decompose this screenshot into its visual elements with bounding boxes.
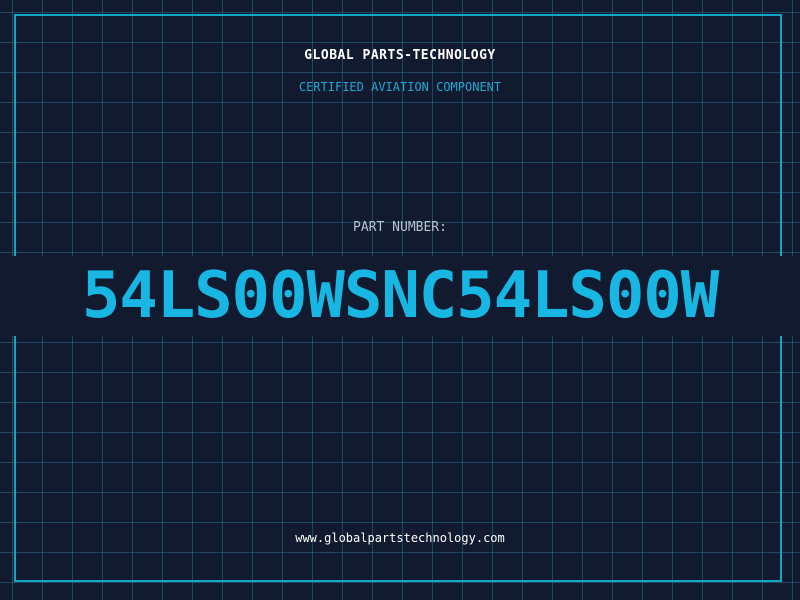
part-number-label: PART NUMBER:: [353, 220, 447, 235]
certification-subtitle: CERTIFIED AVIATION COMPONENT: [298, 80, 502, 94]
website-url: www.globalpartstechnology.com: [295, 531, 505, 545]
certificate-card: GLOBAL PARTS-TECHNOLOGY CERTIFIED AVIATI…: [0, 0, 800, 600]
part-number-value: 54LS00WSNC54LS00W: [0, 256, 800, 336]
company-name: GLOBAL PARTS-TECHNOLOGY: [304, 48, 496, 63]
